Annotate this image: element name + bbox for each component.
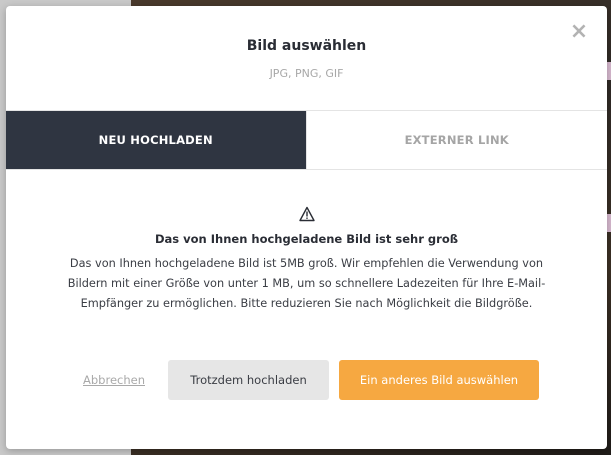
image-select-dialog: × Bild auswählen JPG, PNG, GIF NEU HOCHL… (6, 6, 607, 449)
warning-panel: Das von Ihnen hochgeladene Bild ist sehr… (6, 206, 607, 314)
tab-upload-new[interactable]: NEU HOCHLADEN (6, 111, 306, 169)
tab-bar: NEU HOCHLADEN EXTERNER LINK (6, 110, 607, 170)
warning-message: Das von Ihnen hochgeladene Bild ist 5MB … (67, 257, 546, 310)
dialog-title: Bild auswählen (246, 38, 367, 54)
allowed-formats: JPG, PNG, GIF (269, 67, 344, 80)
dialog-actions: Abbrechen Trotzdem hochladen Ein anderes… (6, 360, 607, 400)
tab-external-link[interactable]: EXTERNER LINK (305, 111, 607, 169)
warning-triangle-icon (298, 206, 315, 222)
cancel-link[interactable]: Abbrechen (83, 360, 145, 400)
upload-anyway-button[interactable]: Trotzdem hochladen (168, 360, 329, 400)
warning-title: Das von Ihnen hochgeladene Bild ist sehr… (155, 232, 458, 246)
choose-other-image-button[interactable]: Ein anderes Bild auswählen (339, 360, 539, 400)
